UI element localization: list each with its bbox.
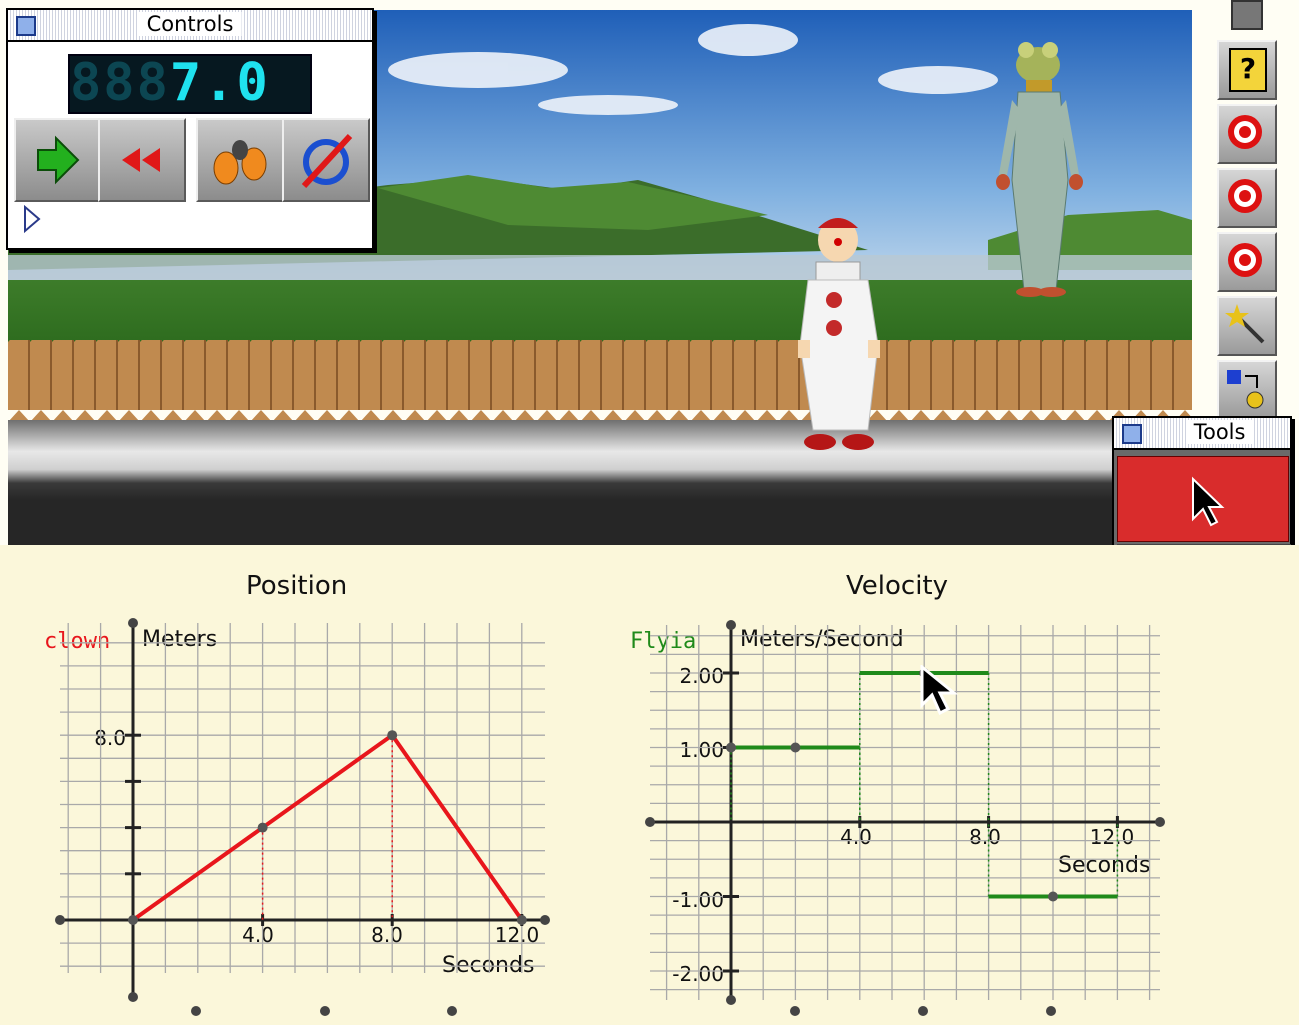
red-double-arrow-left-icon — [122, 148, 160, 172]
target-button-1[interactable] — [1217, 104, 1277, 164]
flyia-data-point — [1048, 891, 1058, 902]
select-tool[interactable] — [1117, 456, 1289, 542]
play-button[interactable] — [14, 118, 100, 202]
axis-handle — [1155, 817, 1165, 827]
swap-button[interactable] — [1217, 360, 1277, 420]
graphs-panel: Position clown Meters Seconds 4.0 8.0 12… — [0, 545, 1299, 1025]
axis-handle — [918, 1006, 928, 1016]
rewind-button[interactable] — [98, 118, 186, 202]
time-display-dim: 888 — [70, 53, 170, 113]
trash-icon[interactable] — [1231, 0, 1263, 30]
flyia-data-point — [726, 742, 736, 753]
controls-titlebar[interactable]: Controls — [8, 10, 372, 42]
green-arrow-right-icon — [37, 135, 80, 185]
axis-handle — [645, 817, 655, 827]
axis-handle — [790, 1006, 800, 1016]
help-icon: ? — [1229, 48, 1267, 92]
time-display: 8887.0 — [68, 54, 312, 114]
target-button-3[interactable] — [1217, 232, 1277, 292]
help-button[interactable]: ? — [1217, 40, 1277, 100]
time-display-value: 7.0 — [169, 53, 270, 113]
controls-window: Controls 8887.0 — [6, 8, 374, 250]
close-box-icon[interactable] — [1122, 424, 1142, 444]
arrow-pointer-icon — [1192, 476, 1225, 527]
circular-arrow-slash-icon — [301, 133, 353, 189]
flyia-data-point — [790, 742, 801, 753]
step-button[interactable] — [196, 118, 284, 202]
axis-handle — [726, 620, 736, 630]
axis-handle — [726, 995, 736, 1005]
reset-button[interactable] — [282, 118, 370, 202]
mouse-cursor-icon — [920, 665, 959, 715]
target-icon — [1228, 115, 1262, 149]
swap-shapes-icon — [1227, 370, 1264, 409]
magic-wand-button[interactable] — [1217, 296, 1277, 356]
velocity-graph[interactable] — [0, 545, 1299, 1025]
axis-handle — [1046, 1006, 1056, 1016]
target-icon — [1228, 179, 1262, 213]
expand-triangle-icon[interactable] — [22, 204, 42, 234]
close-box-icon[interactable] — [16, 16, 36, 36]
footprints-icon — [213, 140, 267, 185]
target-icon — [1228, 243, 1262, 277]
target-button-2[interactable] — [1217, 168, 1277, 228]
tools-titlebar[interactable]: Tools — [1114, 418, 1290, 450]
controls-title: Controls — [138, 12, 242, 36]
magic-wand-icon — [1225, 304, 1265, 344]
tools-title: Tools — [1185, 420, 1254, 444]
